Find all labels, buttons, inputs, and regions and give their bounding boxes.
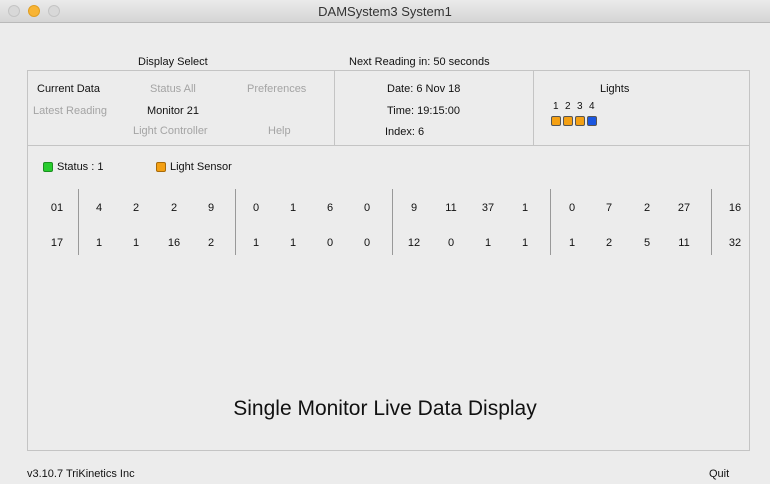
status-label: Status : 1 [57, 161, 104, 173]
light-sensor-label: Light Sensor [170, 161, 232, 173]
time-readout: Time: 19:15:00 [387, 105, 460, 117]
data-cell: 0 [252, 202, 260, 214]
data-cell: 12 [407, 237, 421, 249]
data-cell: 11 [678, 237, 690, 249]
control-panel: Current Data Status All Preferences Late… [27, 70, 750, 146]
data-cell: 0 [363, 202, 371, 214]
status-all-button[interactable]: Status All [150, 83, 196, 95]
data-cell: 0 [568, 202, 576, 214]
data-cell: 0 [447, 237, 455, 249]
data-cell: 1 [252, 237, 260, 249]
preferences-button[interactable]: Preferences [247, 83, 306, 95]
data-cell: 16 [728, 202, 742, 214]
version-label: v3.10.7 TriKinetics Inc [27, 468, 135, 480]
column-group-divider [392, 189, 393, 255]
light-number-4: 4 [589, 101, 595, 112]
data-cell: 0 [326, 237, 334, 249]
data-cell: 1 [484, 237, 492, 249]
data-cell: 37 [481, 202, 495, 214]
data-cell: 2 [207, 237, 215, 249]
data-cell: 1 [568, 237, 576, 249]
data-cell: 9 [410, 202, 418, 214]
light-indicator-4[interactable] [587, 116, 597, 126]
light-controller-button[interactable]: Light Controller [133, 125, 208, 137]
light-indicator-2[interactable] [563, 116, 573, 126]
data-cell: 2 [170, 202, 178, 214]
data-cell: 9 [207, 202, 215, 214]
data-cell: 2 [605, 237, 613, 249]
data-cell: 01 [50, 202, 64, 214]
light-number-1: 1 [553, 101, 559, 112]
data-cell: 32 [728, 237, 742, 249]
latest-reading-button[interactable]: Latest Reading [33, 105, 107, 117]
data-cell: 11 [445, 202, 457, 214]
data-cell: 6 [326, 202, 334, 214]
data-cell: 4 [95, 202, 103, 214]
light-number-2: 2 [565, 101, 571, 112]
panel-divider [533, 71, 534, 145]
data-cell: 17 [50, 237, 64, 249]
panel-divider [334, 71, 335, 145]
data-cell: 1 [521, 202, 529, 214]
light-number-3: 3 [577, 101, 583, 112]
data-cell: 2 [643, 202, 651, 214]
data-cell: 16 [167, 237, 181, 249]
next-reading-label: Next Reading in: 50 seconds [349, 56, 490, 68]
column-group-divider [78, 189, 79, 255]
data-cell: 0 [363, 237, 371, 249]
date-readout: Date: 6 Nov 18 [387, 83, 461, 95]
column-group-divider [550, 189, 551, 255]
display-caption: Single Monitor Live Data Display [233, 397, 537, 420]
title-bar: DAMSystem3 System1 [0, 0, 770, 23]
data-cell: 1 [289, 202, 297, 214]
status-indicator-icon [43, 162, 53, 172]
quit-button[interactable]: Quit [709, 468, 729, 480]
data-cell: 1 [289, 237, 297, 249]
light-sensor-indicator-icon [156, 162, 166, 172]
data-cell: 2 [132, 202, 140, 214]
data-cell: 1 [95, 237, 103, 249]
light-indicator-3[interactable] [575, 116, 585, 126]
monitor-selector[interactable]: Monitor 21 [147, 105, 199, 117]
index-readout: Index: 6 [385, 126, 425, 138]
data-cell: 1 [521, 237, 529, 249]
column-group-divider [235, 189, 236, 255]
data-cell: 1 [132, 237, 140, 249]
lights-title: Lights [600, 83, 630, 95]
window-title: DAMSystem3 System1 [318, 4, 452, 19]
data-cell: 5 [643, 237, 651, 249]
light-indicator-1[interactable] [551, 116, 561, 126]
current-data-button[interactable]: Current Data [37, 83, 100, 95]
data-cell: 27 [677, 202, 691, 214]
display-select-label: Display Select [138, 56, 208, 68]
column-group-divider [711, 189, 712, 255]
help-button[interactable]: Help [268, 125, 291, 137]
data-cell: 7 [605, 202, 613, 214]
